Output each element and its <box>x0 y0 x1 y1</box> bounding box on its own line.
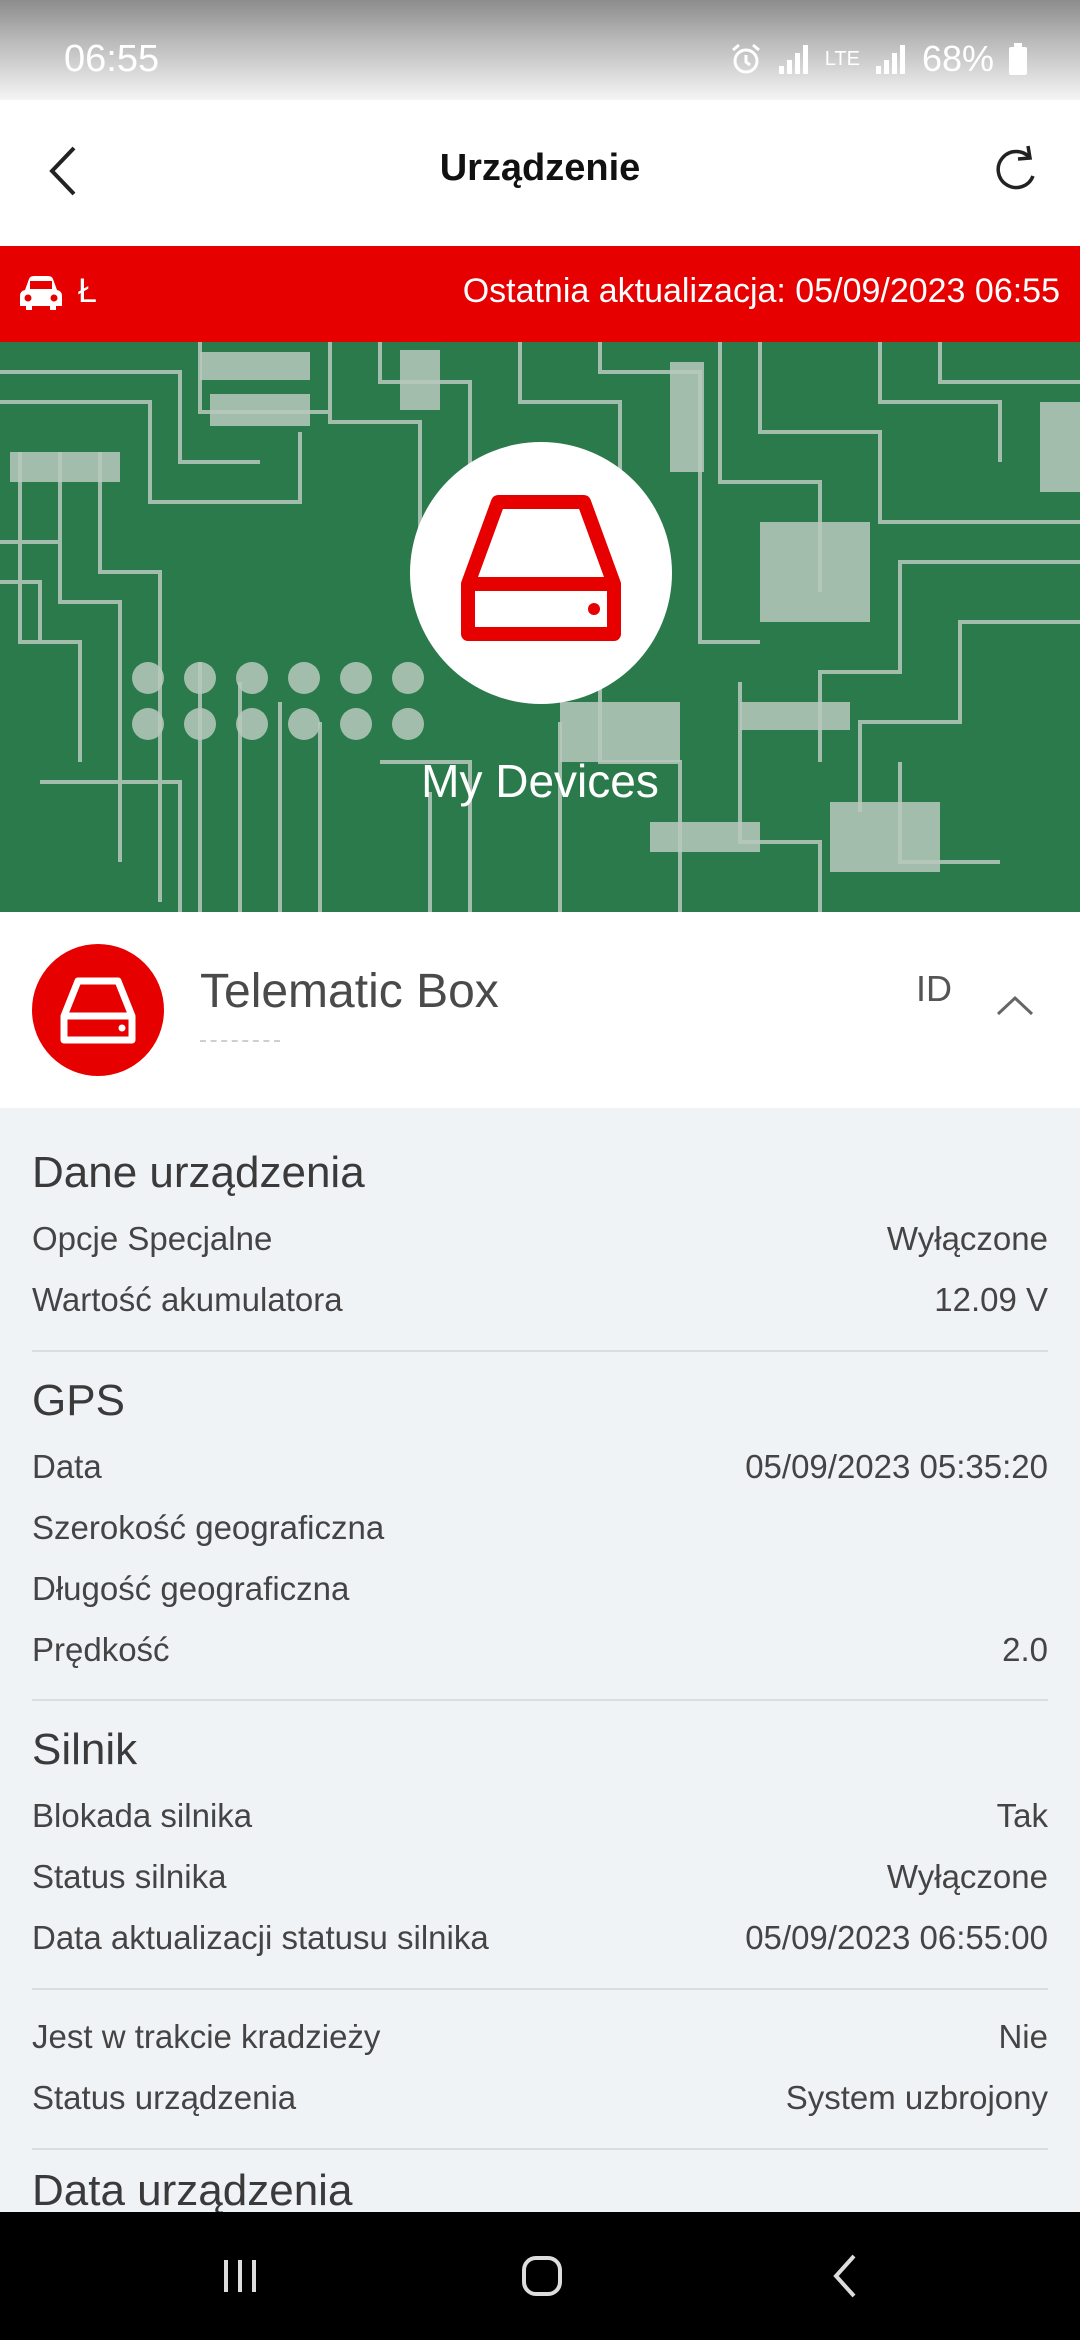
system-nav-bar <box>0 2212 1080 2340</box>
detail-value: Tak <box>996 1797 1048 1834</box>
detail-value: System uzbrojony <box>785 2079 1048 2116</box>
vehicle-bar: Ł Ostatnia aktualizacja: 05/09/2023 06:5… <box>0 246 1080 342</box>
app-bar: Urządzenie <box>0 100 1080 246</box>
detail-value: 05/09/2023 05:35:20 <box>745 1448 1048 1485</box>
detail-label: Długość geograficzna <box>32 1570 350 1607</box>
detail-value: Wyłączone <box>886 1858 1048 1895</box>
hero-label: My Devices <box>421 755 659 807</box>
device-header[interactable]: Telematic Box ID <box>0 912 1080 1108</box>
battery-text: 68% <box>921 38 994 79</box>
section-title-device-data: Dane urządzenia <box>32 1148 365 1197</box>
status-icons: LTE 68% <box>729 38 1028 80</box>
detail-label: Data <box>32 1448 102 1485</box>
detail-label: Wartość akumulatora <box>32 1281 343 1318</box>
detail-row-device-status: Status urządzenia System uzbrojony <box>32 2079 1048 2129</box>
device-avatar <box>32 944 164 1076</box>
detail-row-engine-status-date: Data aktualizacji statusu silnika 05/09/… <box>32 1919 1048 1969</box>
detail-label: Prędkość <box>32 1631 170 1668</box>
hero-icon-circle <box>410 442 672 704</box>
system-back-button[interactable] <box>816 2246 876 2306</box>
detail-row-speed: Prędkość 2.0 <box>32 1631 1048 1681</box>
detail-row-gps-date: Data 05/09/2023 05:35:20 <box>32 1448 1048 1498</box>
detail-label: Opcje Specjalne <box>32 1220 273 1257</box>
detail-row-battery: Wartość akumulatora 12.09 V <box>32 1281 1048 1331</box>
detail-label: Data aktualizacji statusu silnika <box>32 1919 489 1956</box>
section-title-engine: Silnik <box>32 1725 138 1774</box>
recent-apps-icon <box>224 2260 256 2292</box>
last-update-text: Ostatnia aktualizacja: 05/09/2023 06:55 <box>462 272 1060 310</box>
refresh-icon <box>996 145 1035 190</box>
device-serial-placeholder <box>200 1040 280 1048</box>
chevron-up-icon[interactable] <box>990 990 1040 1020</box>
section-title-device-date: Data urządzenia <box>32 2166 353 2212</box>
vehicle-plate: Ł <box>78 272 97 310</box>
detail-row-latitude: Szerokość geograficzna <box>32 1509 1048 1559</box>
detail-label: Status urządzenia <box>32 2079 297 2116</box>
device-box-icon <box>60 977 136 1044</box>
divider <box>32 1699 1048 1701</box>
battery-icon <box>1008 42 1028 76</box>
device-id-label: ID <box>916 968 952 1009</box>
alarm-icon <box>729 42 763 76</box>
section-title-gps: GPS <box>32 1376 125 1425</box>
home-button[interactable] <box>512 2246 572 2306</box>
page-title: Urządzenie <box>439 147 641 189</box>
detail-row-special-options: Opcje Specjalne Wyłączone <box>32 1220 1048 1270</box>
divider <box>32 1988 1048 1990</box>
device-details: Dane urządzenia Opcje Specjalne Wyłączon… <box>0 1108 1080 2212</box>
detail-label: Blokada silnika <box>32 1797 253 1834</box>
recent-apps-button[interactable] <box>210 2246 270 2306</box>
detail-row-longitude: Długość geograficzna <box>32 1570 1048 1620</box>
status-bar: 06:55 LTE 68% <box>0 0 1080 100</box>
status-time: 06:55 <box>64 38 160 80</box>
device-name: Telematic Box <box>200 965 499 1018</box>
car-icon <box>20 276 62 310</box>
device-box-icon <box>461 495 621 641</box>
back-arrow-icon <box>833 2254 856 2298</box>
detail-label: Jest w trakcie kradzieży <box>32 2018 381 2055</box>
divider <box>32 1350 1048 1352</box>
detail-value: 12.09 V <box>934 1281 1048 1318</box>
signal-icon <box>874 42 908 76</box>
detail-label: Status silnika <box>32 1858 227 1895</box>
detail-row-engine-lock: Blokada silnika Tak <box>32 1797 1048 1847</box>
hero-banner: My Devices <box>0 342 1080 912</box>
detail-value: Nie <box>998 2018 1048 2055</box>
detail-row-engine-status: Status silnika Wyłączone <box>32 1858 1048 1908</box>
detail-label: Szerokość geograficzna <box>32 1509 385 1546</box>
detail-value: 2.0 <box>1002 1631 1048 1668</box>
signal-icon <box>777 42 811 76</box>
divider <box>32 2148 1048 2150</box>
home-icon <box>522 2256 562 2296</box>
detail-row-theft: Jest w trakcie kradzieży Nie <box>32 2018 1048 2068</box>
refresh-button[interactable] <box>980 136 1050 206</box>
lte-icon: LTE <box>824 47 860 70</box>
detail-value: Wyłączone <box>886 1220 1048 1257</box>
detail-value: 05/09/2023 06:55:00 <box>745 1919 1048 1956</box>
